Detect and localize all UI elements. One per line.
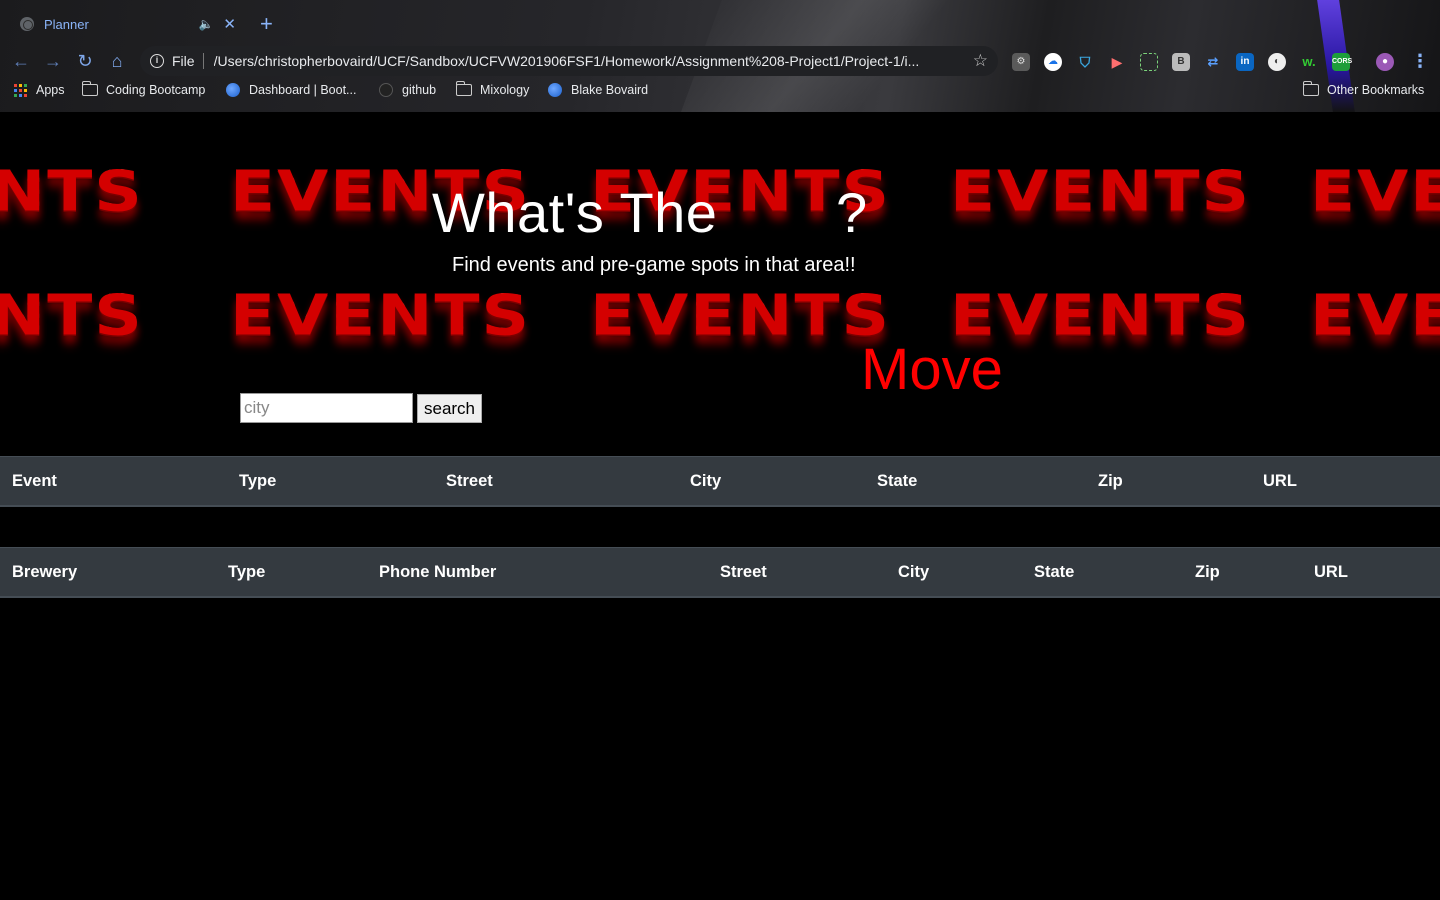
bookmark-label: Dashboard | Boot... — [249, 83, 357, 97]
extension-video-icon[interactable]: ▶ — [1108, 53, 1126, 71]
extension-shield-icon[interactable]: ⛉ — [1076, 53, 1094, 71]
search-button[interactable]: search — [417, 394, 482, 423]
extension-circle-icon[interactable]: ◐ — [1268, 53, 1286, 71]
events-table-header: Event Type Street City State Zip URL — [0, 456, 1440, 507]
brewery-header-state: State — [1034, 563, 1075, 581]
events-marquee-word: EVENTS — [230, 282, 532, 349]
page-subtitle: Find events and pre-game spots in that a… — [452, 254, 856, 276]
page-content: NTS EVENTS EVENTS EVENTS EVE NTS EVENTS … — [0, 112, 1440, 900]
events-header-url: URL — [1263, 472, 1297, 490]
brewery-header-type: Type — [228, 563, 266, 581]
extension-cloud-icon[interactable]: ☁ — [1044, 53, 1062, 71]
events-marquee-word: EVE — [1310, 286, 1440, 346]
bookmark-label: Other Bookmarks — [1327, 83, 1425, 97]
browser-tab[interactable]: Planner 🔈 ✕ — [8, 6, 248, 42]
events-marquee-word: NTS — [0, 286, 144, 346]
extension-screenshot-icon[interactable] — [1140, 53, 1158, 71]
bookmark-label: github — [402, 83, 437, 97]
events-marquee-row-bottom: NTS EVENTS EVENTS EVENTS EVE — [0, 286, 1440, 372]
brewery-header-brewery: Brewery — [12, 563, 78, 581]
folder-icon — [455, 81, 472, 96]
events-marquee-word: EVENTS — [590, 282, 892, 349]
bookmark-label: Mixology — [480, 83, 530, 97]
bookmark-mixology[interactable]: Mixology — [455, 81, 530, 97]
move-word: Move — [861, 337, 1003, 402]
extension-linkedin-icon[interactable]: in — [1236, 53, 1254, 71]
city-search-input[interactable] — [240, 393, 413, 423]
reload-icon[interactable]: ↻ — [72, 49, 98, 73]
events-marquee-word: NTS — [0, 162, 144, 222]
apps-grid-icon — [14, 83, 27, 97]
events-header-type: Type — [239, 472, 277, 490]
extension-w-icon[interactable]: w. — [1300, 53, 1318, 71]
events-marquee-word: EVE — [1310, 162, 1440, 222]
github-icon — [379, 83, 393, 97]
events-header-street: Street — [446, 472, 493, 490]
brewery-header-phone: Phone Number — [379, 563, 497, 581]
bookmark-coding-bootcamp[interactable]: Coding Bootcamp — [81, 81, 206, 97]
site-info-icon[interactable]: i — [150, 54, 164, 68]
browser-menu-icon[interactable]: ⋮ — [1411, 51, 1429, 71]
folder-icon — [81, 81, 98, 96]
events-marquee-row-top: NTS EVENTS EVENTS EVENTS EVE — [0, 162, 1440, 252]
brewery-header-zip: Zip — [1195, 563, 1220, 581]
address-url[interactable]: /Users/christopherbovaird/UCF/Sandbox/UC… — [214, 53, 965, 69]
brewery-header-url: URL — [1314, 563, 1348, 581]
bookmark-apps[interactable]: Apps — [14, 83, 65, 97]
events-header-zip: Zip — [1098, 472, 1123, 490]
address-scheme: File — [172, 53, 195, 69]
page-title: What's The — [432, 181, 718, 244]
brewery-table-header: Brewery Type Phone Number Street City St… — [0, 547, 1440, 598]
home-icon[interactable]: ⌂ — [104, 49, 130, 73]
bookmark-label: Coding Bootcamp — [106, 83, 206, 97]
tab-title: Planner — [44, 16, 89, 32]
extension-hubspot-icon[interactable]: ⚙ — [1012, 53, 1030, 71]
globe-icon — [226, 83, 240, 97]
tab-close-icon[interactable]: ✕ — [223, 15, 236, 33]
bookmark-other-bookmarks[interactable]: Other Bookmarks — [1302, 81, 1425, 97]
tab-audio-icon[interactable]: 🔈 — [198, 17, 213, 31]
events-header-event: Event — [12, 472, 57, 490]
extension-link-icon[interactable]: ⇄ — [1204, 53, 1222, 71]
forward-arrow-icon[interactable]: → — [40, 49, 66, 73]
brewery-header-street: Street — [720, 563, 767, 581]
extension-b-icon[interactable]: B — [1172, 53, 1190, 71]
bookmark-github[interactable]: github — [379, 83, 436, 97]
extension-cors-icon[interactable]: CORS — [1332, 53, 1352, 71]
browser-toolbar: ← → ↻ ⌂ i File /Users/christopherbovaird… — [0, 44, 1440, 78]
brewery-header-city: City — [898, 563, 930, 581]
bookmark-star-icon[interactable]: ☆ — [973, 51, 988, 71]
new-tab-button[interactable]: + — [260, 13, 273, 35]
address-bar[interactable]: i File /Users/christopherbovaird/UCF/San… — [140, 46, 998, 76]
browser-chrome: Planner 🔈 ✕ + ← → ↻ ⌂ i File /Users/chri… — [0, 0, 1440, 112]
folder-icon — [1302, 81, 1319, 96]
bookmarks-bar: Apps Coding Bootcamp Dashboard | Boot...… — [0, 80, 1440, 106]
events-header-city: City — [690, 472, 722, 490]
bookmark-label: Apps — [36, 83, 65, 97]
address-separator — [202, 53, 204, 69]
globe-icon — [548, 83, 562, 97]
tab-favicon-icon — [20, 17, 34, 31]
bookmark-label: Blake Bovaird — [571, 83, 649, 97]
bookmark-blake-bovaird[interactable]: Blake Bovaird — [548, 83, 648, 97]
page-title-question-mark: ? — [836, 181, 868, 244]
bookmark-dashboard[interactable]: Dashboard | Boot... — [226, 83, 356, 97]
events-header-state: State — [877, 472, 918, 490]
profile-avatar-icon[interactable]: ● — [1376, 53, 1394, 71]
back-arrow-icon[interactable]: ← — [8, 49, 34, 73]
events-marquee-word: EVENTS — [950, 158, 1252, 225]
